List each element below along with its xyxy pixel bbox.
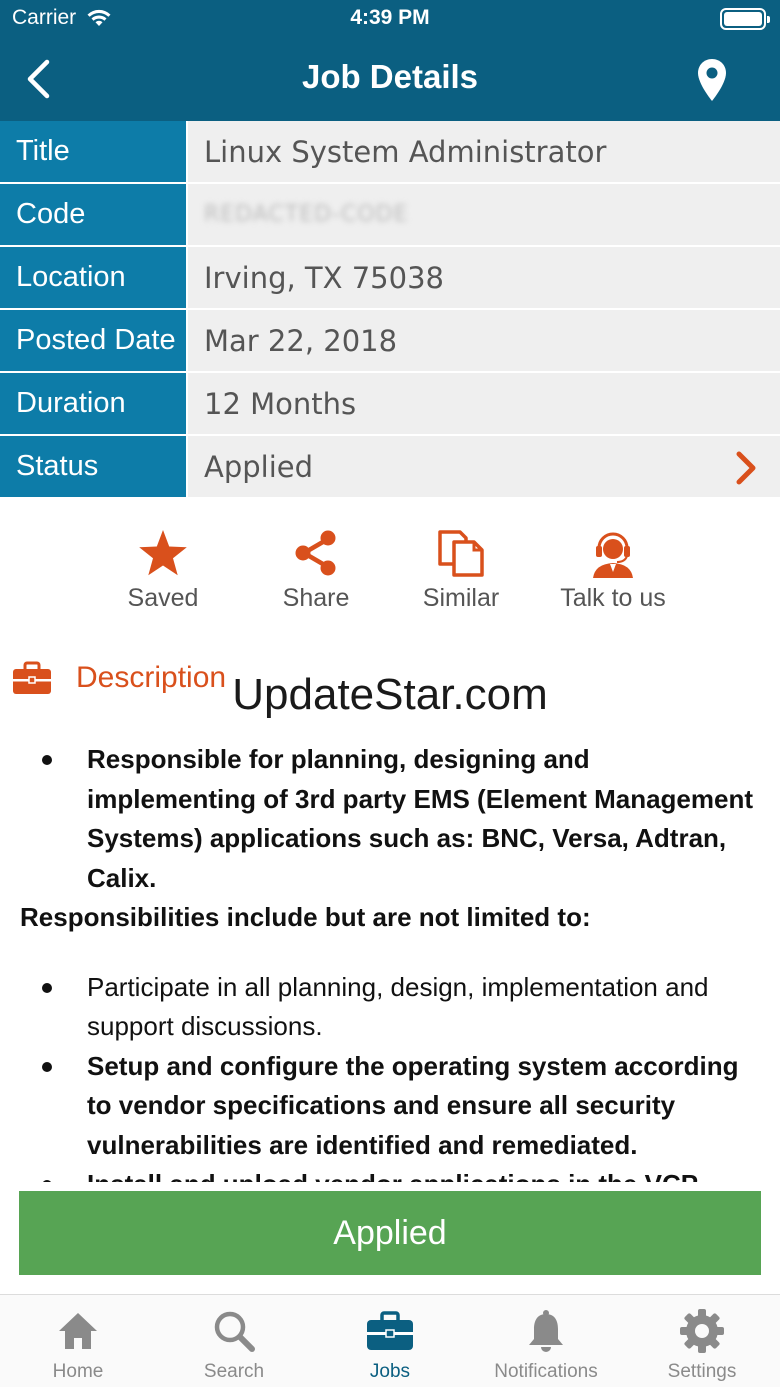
briefcase-icon (367, 1311, 413, 1350)
redacted-code: REDACTED-CODE (204, 202, 409, 227)
detail-row-status[interactable]: Status Applied (0, 436, 780, 499)
tab-jobs[interactable]: Jobs (312, 1295, 468, 1383)
job-details-table: Title Linux System Administrator Code RE… (0, 121, 780, 499)
action-row: Saved Share Similar Talk to us (80, 526, 700, 626)
detail-label: Status (0, 436, 188, 497)
tab-label: Jobs (369, 1361, 411, 1382)
detail-row-code: Code REDACTED-CODE (0, 184, 780, 247)
saved-button[interactable]: Saved (83, 526, 243, 613)
detail-value: 12 Months (188, 373, 780, 434)
list-item: Responsible for planning, designing and … (0, 740, 780, 898)
detail-label: Posted Date (0, 310, 188, 371)
nav-bar: Job Details (0, 40, 780, 121)
tab-label: Search (203, 1361, 265, 1382)
detail-row-location: Location Irving, TX 75038 (0, 247, 780, 310)
detail-label: Title (0, 121, 188, 182)
list-item: Setup and configure the operating system… (0, 1047, 780, 1166)
tab-home[interactable]: Home (0, 1295, 156, 1383)
home-icon (59, 1313, 97, 1349)
search-icon (214, 1311, 255, 1352)
detail-label: Code (0, 184, 188, 245)
list-item: Install and upload vendor applications i… (0, 1165, 780, 1182)
similar-button[interactable]: Similar (381, 526, 541, 613)
talk-to-us-button[interactable]: Talk to us (533, 526, 693, 613)
detail-value-status: Applied (188, 436, 780, 497)
battery-icon (720, 8, 770, 30)
detail-value: Irving, TX 75038 (188, 247, 780, 308)
detail-row-title: Title Linux System Administrator (0, 121, 780, 184)
action-label: Talk to us (560, 584, 666, 612)
detail-value-code: REDACTED-CODE (188, 184, 780, 245)
status-value: Applied (204, 449, 314, 484)
map-pin-icon (698, 59, 726, 101)
gear-icon (680, 1309, 724, 1353)
bell-icon (529, 1310, 563, 1352)
map-location-button[interactable] (692, 56, 732, 104)
applied-button[interactable]: Applied (19, 1191, 761, 1275)
detail-row-posted-date: Posted Date Mar 22, 2018 (0, 310, 780, 373)
star-icon (139, 530, 187, 576)
detail-value: Mar 22, 2018 (188, 310, 780, 371)
status-time: 4:39 PM (350, 6, 430, 29)
action-label: Similar (422, 584, 500, 612)
action-label: Saved (127, 584, 199, 612)
tab-label: Notifications (494, 1361, 598, 1382)
detail-label: Location (0, 247, 188, 308)
watermark-text: UpdateStar.com (232, 670, 548, 719)
detail-value: Linux System Administrator (188, 121, 780, 182)
tab-label: Home (52, 1361, 104, 1382)
share-icon (295, 530, 336, 576)
top-bar: Carrier 4:39 PM Job Details (0, 0, 780, 121)
share-button[interactable]: Share (236, 526, 396, 613)
tab-bar: Home Search Jobs Notifications Settings (0, 1294, 780, 1387)
detail-row-duration: Duration 12 Months (0, 373, 780, 436)
list-item: Participate in all planning, design, imp… (0, 968, 780, 1047)
tab-settings[interactable]: Settings (624, 1295, 780, 1383)
detail-label: Duration (0, 373, 188, 434)
tab-label: Settings (667, 1361, 737, 1382)
description-content: Responsible for planning, designing and … (0, 740, 780, 1182)
chevron-right-icon (736, 451, 756, 485)
support-agent-icon (593, 532, 633, 578)
page-title: Job Details (301, 58, 479, 95)
copy-icon (438, 530, 484, 577)
tab-search[interactable]: Search (156, 1295, 312, 1383)
section-subheading: Responsibilities include but are not lim… (20, 902, 591, 932)
action-label: Share (282, 584, 350, 612)
tab-notifications[interactable]: Notifications (468, 1295, 624, 1383)
status-bar: Carrier 4:39 PM (0, 0, 780, 40)
